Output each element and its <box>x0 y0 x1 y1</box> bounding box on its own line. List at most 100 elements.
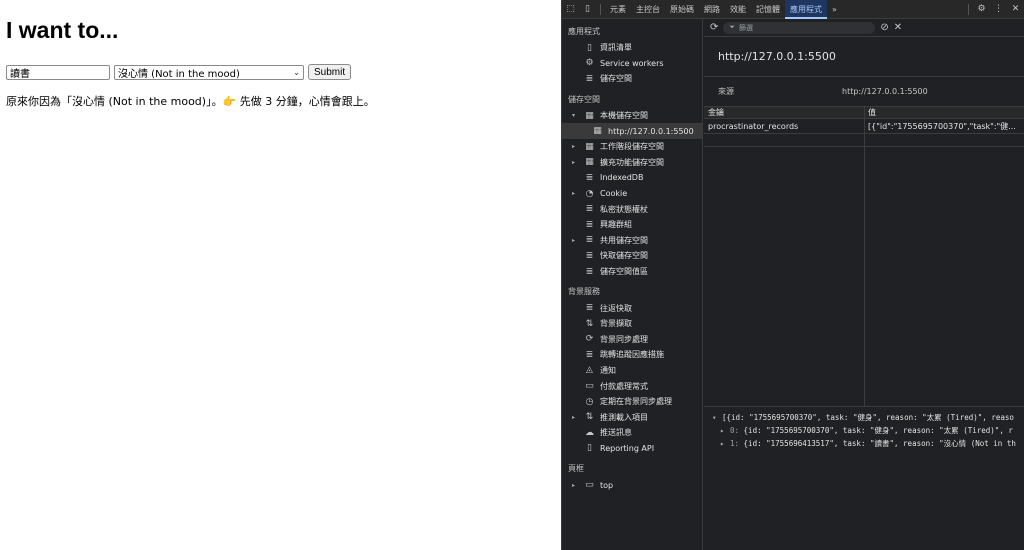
database-icon: ≣ <box>585 235 594 246</box>
sidebar-item-cache-storage[interactable]: ≣ 快取儲存空間 <box>562 248 702 264</box>
inspect-element-icon[interactable]: ⬚ <box>562 4 579 14</box>
sidebar-item-reporting-api[interactable]: ▯ Reporting API <box>562 441 702 457</box>
devtools-panel: ⬚ ▯ 元素 主控台 原始碼 網路 效能 記憶體 應用程式 » ⚙ ⋮ ✕ 應用… <box>561 0 1024 550</box>
tab-elements[interactable]: 元素 <box>605 0 631 19</box>
row-key: procrastinator_records <box>708 122 799 131</box>
result-suffix: 先做 3 分鐘，心情會跟上。 <box>236 95 375 108</box>
origin-source-row: 來源 http://127.0.0.1:5500 <box>704 77 1024 107</box>
credit-card-icon: ▭ <box>585 381 594 392</box>
sidebar-item-local-origin[interactable]: ▦ http://127.0.0.1:5500 <box>562 123 702 139</box>
kebab-menu-icon[interactable]: ⋮ <box>990 4 1007 14</box>
result-message: 原來你因為「沒心情 (Not in the mood)」。👉 先做 3 分鐘，心… <box>6 93 375 109</box>
database-icon: ≣ <box>585 219 594 230</box>
sidebar-item-service-workers[interactable]: ⚙ Service workers <box>562 56 702 72</box>
preview-line[interactable]: ▸ 1: {id: "1755696413517", task: "讀書", re… <box>712 437 1024 450</box>
table-icon: ▦ <box>585 157 594 168</box>
sidebar-item-speculative-loads[interactable]: ▸ ⇅ 推測載入項目 <box>562 409 702 425</box>
database-icon: ≣ <box>585 349 594 360</box>
reason-select[interactable]: 沒心情 (Not in the mood) ⌄ <box>114 64 304 80</box>
tab-application[interactable]: 應用程式 <box>785 0 827 19</box>
sync-icon: ⟳ <box>585 334 594 345</box>
clear-all-icon[interactable]: ⊘ <box>880 22 888 33</box>
source-value: http://127.0.0.1:5500 <box>842 87 928 96</box>
expand-arrow-icon[interactable]: ▸ <box>572 190 582 197</box>
sidebar-item-local-storage[interactable]: ▾ ▦ 本機儲存空間 <box>562 108 702 124</box>
expand-arrow-icon[interactable]: ▾ <box>572 112 582 119</box>
expand-arrow-icon[interactable]: ▸ <box>572 482 582 489</box>
cloud-icon: ☁ <box>585 427 594 438</box>
database-icon: ≣ <box>585 250 594 261</box>
refresh-icon[interactable]: ⟳ <box>710 22 718 33</box>
tab-memory[interactable]: 記憶體 <box>751 0 785 19</box>
page-title: I want to... <box>6 17 119 43</box>
storage-toolbar: ⟳ ⏷ 篩選 ⊘ ✕ <box>704 19 1024 37</box>
file-icon: ▯ <box>587 443 592 454</box>
more-tabs-button[interactable]: » <box>827 0 842 19</box>
sidebar-item-session-storage[interactable]: ▸ ▦ 工作階段儲存空間 <box>562 139 702 155</box>
column-header-value[interactable]: 值 <box>864 107 1024 118</box>
database-icon: ≣ <box>585 303 594 314</box>
sidebar-item-cookie[interactable]: ▸ ◔ Cookie <box>562 186 702 202</box>
sidebar-item-indexeddb[interactable]: ≣ IndexedDB <box>562 170 702 186</box>
close-icon[interactable]: ✕ <box>1007 4 1024 14</box>
gears-icon: ⚙ <box>585 58 594 69</box>
clock-icon: ◷ <box>585 396 594 407</box>
sidebar-item-periodic-sync[interactable]: ◷ 定期在背景同步處理 <box>562 394 702 410</box>
sidebar-item-background-sync[interactable]: ⟳ 背景同步處理 <box>562 332 702 348</box>
sidebar-item-push-messaging[interactable]: ☁ 推送訊息 <box>562 425 702 441</box>
tab-network[interactable]: 網路 <box>699 0 725 19</box>
preview-line[interactable]: ▸ 0: {id: "1755695700370", task: "健身", re… <box>712 424 1024 437</box>
sidebar-item-notifications[interactable]: ◬ 通知 <box>562 363 702 379</box>
chevron-down-icon: ⌄ <box>293 67 300 77</box>
sidebar-item-shared-storage[interactable]: ▸ ≣ 共用儲存空間 <box>562 233 702 249</box>
database-icon: ≣ <box>585 266 594 277</box>
tab-sources[interactable]: 原始碼 <box>665 0 699 19</box>
delete-selected-icon[interactable]: ✕ <box>894 22 902 33</box>
section-background-services: 背景服務 <box>568 287 600 297</box>
database-icon: ≣ <box>585 204 594 215</box>
sidebar-item-background-fetch[interactable]: ⇅ 背景擷取 <box>562 316 702 332</box>
task-input[interactable] <box>6 64 110 80</box>
collapse-arrow-icon[interactable]: ▾ <box>712 411 722 424</box>
column-header-key[interactable]: 金鑰 <box>704 107 864 118</box>
gear-icon[interactable]: ⚙ <box>973 4 990 14</box>
sidebar-item-interest-groups[interactable]: ≣ 興趣群組 <box>562 217 702 233</box>
preview-line[interactable]: ▾ [{id: "1755695700370", task: "健身", reas… <box>712 411 1024 424</box>
reason-select-value: 沒心情 (Not in the mood) <box>118 68 240 80</box>
origin-heading: http://127.0.0.1:5500 <box>704 37 1024 77</box>
submit-button[interactable]: Submit <box>308 64 352 80</box>
application-sidebar: 應用程式 ▯ 資訊清單 ⚙ Service workers ≣ 儲存空間 儲存空間 ▾… <box>562 19 703 550</box>
filter-input[interactable]: ⏷ 篩選 <box>723 21 876 34</box>
cookie-icon: ◔ <box>585 188 594 199</box>
sidebar-item-private-state-tokens[interactable]: ≣ 私密狀態權杖 <box>562 201 702 217</box>
expand-arrow-icon[interactable]: ▸ <box>572 237 582 244</box>
sidebar-item-storage[interactable]: ≣ 儲存空間 <box>562 71 702 87</box>
section-frames: 頁框 <box>568 464 584 474</box>
expand-arrow-icon[interactable]: ▸ <box>572 143 582 150</box>
device-toolbar-icon[interactable]: ▯ <box>579 4 596 14</box>
result-prefix: 原來你因為「沒心情 (Not in the mood)」。 <box>6 95 223 108</box>
column-divider[interactable] <box>864 107 865 406</box>
filter-icon: ⏷ <box>729 23 735 31</box>
sidebar-item-bfcache[interactable]: ≣ 往返快取 <box>562 300 702 316</box>
sidebar-item-bounce-tracking[interactable]: ≣ 跳轉追蹤因應措施 <box>562 347 702 363</box>
filter-placeholder: 篩選 <box>739 23 753 32</box>
table-icon: ▦ <box>585 110 594 121</box>
sidebar-item-frame-top[interactable]: ▸ ▭ top <box>562 477 702 493</box>
expand-arrow-icon[interactable]: ▸ <box>572 414 582 421</box>
tab-performance[interactable]: 效能 <box>725 0 751 19</box>
expand-arrow-icon[interactable]: ▸ <box>572 159 582 166</box>
pointing-hand-icon: 👉 <box>222 95 237 108</box>
task-form: 沒心情 (Not in the mood) ⌄ Submit <box>6 64 352 80</box>
expand-arrow-icon[interactable]: ▸ <box>720 437 730 450</box>
updown-arrows-icon: ⇅ <box>585 412 594 423</box>
sidebar-item-storage-buckets[interactable]: ≣ 儲存空間值區 <box>562 264 702 280</box>
devtools-tabbar: ⬚ ▯ 元素 主控台 原始碼 網路 效能 記憶體 應用程式 » ⚙ ⋮ ✕ <box>562 0 1024 19</box>
source-label: 來源 <box>718 87 734 96</box>
tab-console[interactable]: 主控台 <box>631 0 665 19</box>
sidebar-item-extension-storage[interactable]: ▸ ▦ 擴充功能儲存空間 <box>562 155 702 171</box>
expand-arrow-icon[interactable]: ▸ <box>720 424 730 437</box>
section-application: 應用程式 <box>568 27 600 36</box>
sidebar-item-payment-handler[interactable]: ▭ 付款處理常式 <box>562 378 702 394</box>
sidebar-item-manifest[interactable]: ▯ 資訊清單 <box>562 40 702 56</box>
